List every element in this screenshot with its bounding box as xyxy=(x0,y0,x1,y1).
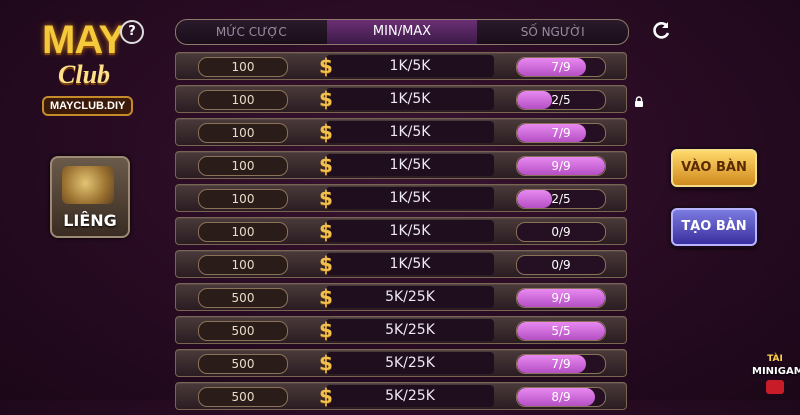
minmax-value: 5K/25K xyxy=(326,385,494,407)
players-meter: 2/5 xyxy=(516,189,606,209)
players-meter: 9/9 xyxy=(516,156,606,176)
players-count: 7/9 xyxy=(551,126,571,140)
dollar-icon: $ xyxy=(319,54,333,78)
dollar-icon: $ xyxy=(319,285,333,309)
game-card-lieng[interactable]: LIÊNG xyxy=(50,156,130,238)
bet-value: 100 xyxy=(198,90,288,110)
players-count: 0/9 xyxy=(551,258,571,272)
dollar-icon: $ xyxy=(319,318,333,342)
table-row[interactable]: 500 5K/25K $5/5 xyxy=(175,316,627,344)
refresh-icon-svg xyxy=(653,22,670,39)
bet-value: 500 xyxy=(198,288,288,308)
table-row[interactable]: 100 1K/5K $9/9 xyxy=(175,151,627,179)
lock-icon xyxy=(633,93,645,107)
table-row[interactable]: 100 1K/5K $2/5 xyxy=(175,85,627,113)
players-count: 2/5 xyxy=(551,93,571,107)
players-count: 7/9 xyxy=(551,60,571,74)
table-row[interactable]: 500 5K/25K $9/9 xyxy=(175,283,627,311)
table-row[interactable]: 100 1K/5K $0/9 xyxy=(175,217,627,245)
table-row[interactable]: 500 5K/25K $8/9 xyxy=(175,382,627,410)
logo-brand-sub: Club xyxy=(58,60,111,89)
table-header: MỨC CƯỢC MIN/MAX SỐ NGƯỜI xyxy=(175,19,629,45)
dollar-icon: $ xyxy=(319,384,333,408)
bet-value: 100 xyxy=(198,156,288,176)
players-count: 0/9 xyxy=(551,225,571,239)
players-meter: 7/9 xyxy=(516,57,606,77)
dollar-icon: $ xyxy=(319,120,333,144)
players-meter: 9/9 xyxy=(516,288,606,308)
players-meter: 2/5 xyxy=(516,90,606,110)
bet-value: 500 xyxy=(198,354,288,374)
players-meter: 0/9 xyxy=(516,255,606,275)
minmax-value: 1K/5K xyxy=(326,253,494,275)
logo-site: MAYCLUB.DIY xyxy=(42,96,134,116)
create-table-button[interactable]: TẠO BÀN xyxy=(671,208,757,246)
dollar-icon: $ xyxy=(319,153,333,177)
help-icon[interactable]: ? xyxy=(120,20,144,44)
game-label: LIÊNG xyxy=(63,211,117,230)
header-minmax[interactable]: MIN/MAX xyxy=(326,20,478,44)
dollar-icon: $ xyxy=(319,252,333,276)
table-row[interactable]: 500 5K/25K $7/9 xyxy=(175,349,627,377)
players-count: 7/9 xyxy=(551,357,571,371)
bet-value: 100 xyxy=(198,123,288,143)
refresh-icon[interactable] xyxy=(650,20,672,42)
dice-icon xyxy=(766,380,784,394)
players-count: 9/9 xyxy=(551,291,571,305)
bet-value: 500 xyxy=(198,387,288,407)
players-meter: 8/9 xyxy=(516,387,606,407)
players-meter: 7/9 xyxy=(516,354,606,374)
minigame-title: TÀI xyxy=(767,354,783,364)
bet-value: 100 xyxy=(198,189,288,209)
game-art xyxy=(62,166,114,204)
dollar-icon: $ xyxy=(319,351,333,375)
bet-value: 500 xyxy=(198,321,288,341)
minmax-value: 5K/25K xyxy=(326,319,494,341)
players-meter: 0/9 xyxy=(516,222,606,242)
players-meter: 5/5 xyxy=(516,321,606,341)
players-count: 5/5 xyxy=(551,324,571,338)
dollar-icon: $ xyxy=(319,186,333,210)
logo-brand: MAY xyxy=(42,18,125,62)
table-row[interactable]: 100 1K/5K $7/9 xyxy=(175,118,627,146)
players-count: 8/9 xyxy=(551,390,571,404)
minmax-value: 1K/5K xyxy=(326,88,494,110)
header-bet[interactable]: MỨC CƯỢC xyxy=(176,20,327,44)
join-table-button[interactable]: VÀO BÀN xyxy=(671,149,757,187)
minigame-label: MINIGAME xyxy=(752,366,800,377)
header-players[interactable]: SỐ NGƯỜI xyxy=(477,20,628,44)
bet-value: 100 xyxy=(198,57,288,77)
table-row[interactable]: 100 1K/5K $2/5 xyxy=(175,184,627,212)
dollar-icon: $ xyxy=(319,219,333,243)
players-count: 9/9 xyxy=(551,159,571,173)
table-row[interactable]: 100 1K/5K $7/9 xyxy=(175,52,627,80)
table-list: 100 1K/5K $7/9 100 1K/5K $2/5 100 1K/5K $7/9 100 1… xyxy=(175,52,627,415)
minmax-value: 1K/5K xyxy=(326,187,494,209)
minmax-value: 1K/5K xyxy=(326,154,494,176)
players-count: 2/5 xyxy=(551,192,571,206)
dollar-icon: $ xyxy=(319,87,333,111)
lock-icon-svg xyxy=(635,96,643,107)
minmax-value: 5K/25K xyxy=(326,352,494,374)
minmax-value: 1K/5K xyxy=(326,55,494,77)
minmax-value: 5K/25K xyxy=(326,286,494,308)
bet-value: 100 xyxy=(198,222,288,242)
players-meter: 7/9 xyxy=(516,123,606,143)
minmax-value: 1K/5K xyxy=(326,121,494,143)
minmax-value: 1K/5K xyxy=(326,220,494,242)
table-row[interactable]: 100 1K/5K $0/9 xyxy=(175,250,627,278)
bet-value: 100 xyxy=(198,255,288,275)
minigame-button[interactable]: TÀI MINIGAME xyxy=(752,352,800,398)
